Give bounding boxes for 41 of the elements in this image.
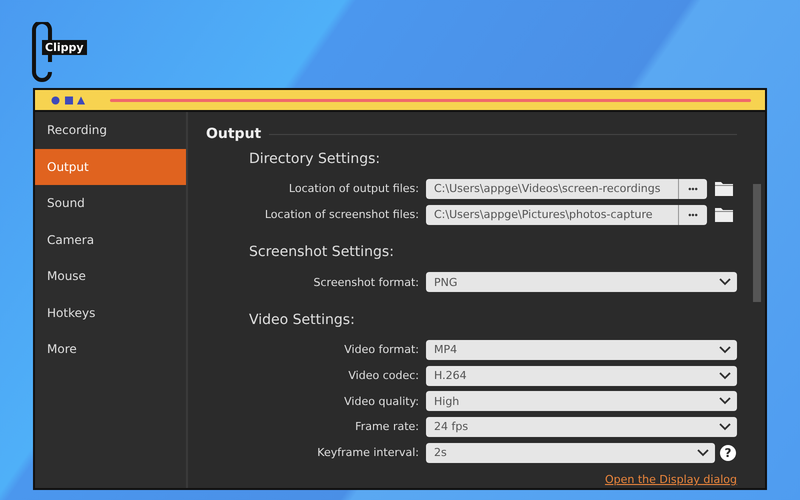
field-label: Screenshot format: xyxy=(312,276,419,289)
sidebar-item[interactable]: Camera xyxy=(35,222,186,258)
field-label: Video codec: xyxy=(347,369,419,382)
chevron-down-icon xyxy=(719,372,731,380)
chevron-down-icon xyxy=(719,346,731,354)
chevron-down-icon xyxy=(719,278,731,286)
logo-text: Clippy xyxy=(42,40,87,55)
dropdown[interactable]: 24 fps xyxy=(426,416,737,437)
sidebar-item[interactable]: Recording xyxy=(35,112,186,148)
sidebar-item[interactable]: Sound xyxy=(35,185,186,222)
dropdown[interactable]: High xyxy=(426,391,737,412)
browse-button[interactable]: ••• xyxy=(678,204,707,225)
field-label: Location of output files: xyxy=(288,182,419,196)
section-heading: Screenshot Settings: xyxy=(249,243,395,262)
folder-icon[interactable] xyxy=(715,207,733,222)
chevron-down-icon xyxy=(697,448,709,457)
dropdown[interactable]: PNG xyxy=(426,272,737,292)
sidebar-item[interactable]: More xyxy=(35,331,186,368)
field-label: Frame rate: xyxy=(354,420,419,434)
field-label: Keyframe interval: xyxy=(316,446,419,460)
field-label: Video quality: xyxy=(343,394,419,408)
help-icon[interactable]: ? xyxy=(720,444,736,461)
scrollbar[interactable] xyxy=(753,184,761,302)
dropdown[interactable]: H.264 xyxy=(426,366,737,386)
field-label: Location of screenshot files: xyxy=(264,208,419,222)
dropdown[interactable]: 2s xyxy=(426,442,715,463)
dropdown[interactable]: MP4 xyxy=(426,340,737,360)
sidebar-item[interactable]: Output xyxy=(35,148,186,185)
section-heading: Video Settings: xyxy=(249,311,356,330)
field-label: Video format: xyxy=(343,343,419,356)
sidebar-item[interactable]: Hotkeys xyxy=(35,294,186,331)
browse-button[interactable]: ••• xyxy=(678,178,707,199)
chevron-down-icon xyxy=(719,422,731,431)
section-heading: Directory Settings: xyxy=(249,150,382,168)
sidebar-item[interactable]: Mouse xyxy=(35,258,186,294)
folder-icon[interactable] xyxy=(715,181,733,196)
chevron-down-icon xyxy=(719,397,731,406)
display-dialog-link[interactable]: Open the Display dialog xyxy=(604,473,737,486)
path-field[interactable]: C:\Users\appge\Pictures\photos-capture xyxy=(426,204,681,225)
page-title: Output xyxy=(206,126,262,142)
path-field[interactable]: C:\Users\appge\Videos\screen-recordings xyxy=(426,178,681,199)
